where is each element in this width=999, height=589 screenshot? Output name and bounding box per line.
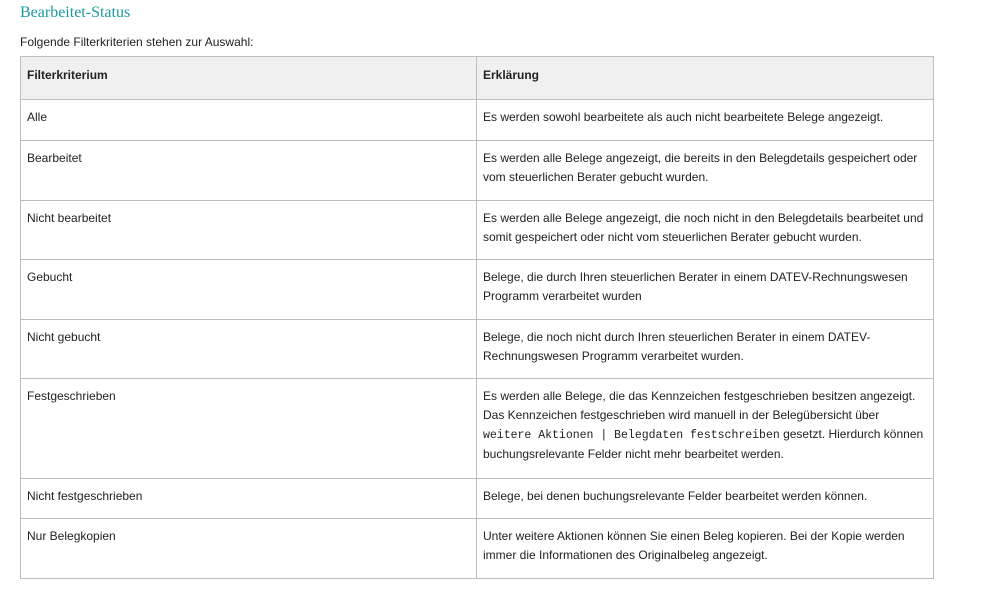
table-header-row: Filterkriterium Erklärung bbox=[20, 56, 934, 100]
intro-text: Folgende Filterkriterien stehen zur Ausw… bbox=[20, 35, 254, 49]
criterion-cell: Nicht festgeschrieben bbox=[20, 478, 477, 519]
criterion-cell: Bearbeitet bbox=[20, 140, 477, 201]
table-row: Nicht gebucht Belege, die noch nicht dur… bbox=[20, 319, 934, 379]
explanation-text: Es werden alle Belege, die das Kennzeich… bbox=[483, 389, 916, 422]
table-row: Festgeschrieben Es werden alle Belege, d… bbox=[20, 378, 934, 479]
criterion-cell: Nur Belegkopien bbox=[20, 518, 477, 579]
explanation-cell: Belege, bei denen buchungsrelevante Feld… bbox=[476, 478, 934, 519]
criterion-cell: Nicht gebucht bbox=[20, 319, 477, 379]
table-row: Gebucht Belege, die durch Ihren steuerli… bbox=[20, 259, 934, 320]
explanation-cell: Belege, die noch nicht durch Ihren steue… bbox=[476, 319, 934, 379]
table-row: Bearbeitet Es werden alle Belege angezei… bbox=[20, 140, 934, 201]
filter-criteria-table: Filterkriterium Erklärung Alle Es werden… bbox=[20, 56, 934, 579]
criterion-cell: Gebucht bbox=[20, 259, 477, 320]
table-row: Nicht bearbeitet Es werden alle Belege a… bbox=[20, 200, 934, 260]
menu-path-code: weitere Aktionen | Belegdaten festschrei… bbox=[483, 429, 780, 442]
explanation-cell: Es werden alle Belege angezeigt, die ber… bbox=[476, 140, 934, 201]
explanation-cell: Es werden alle Belege, die das Kennzeich… bbox=[476, 378, 934, 479]
table-row: Alle Es werden sowohl bearbeitete als au… bbox=[20, 99, 934, 141]
table-row: Nicht festgeschrieben Belege, bei denen … bbox=[20, 478, 934, 519]
criterion-cell: Alle bbox=[20, 99, 477, 141]
page-content: Bearbeitet-Status Folgende Filterkriteri… bbox=[0, 0, 999, 50]
section-heading: Bearbeitet-Status bbox=[20, 4, 131, 21]
criterion-cell: Festgeschrieben bbox=[20, 378, 477, 479]
explanation-cell: Belege, die durch Ihren steuerlichen Ber… bbox=[476, 259, 934, 320]
criterion-cell: Nicht bearbeitet bbox=[20, 200, 477, 260]
explanation-cell: Unter weitere Aktionen können Sie einen … bbox=[476, 518, 934, 579]
explanation-cell: Es werden alle Belege angezeigt, die noc… bbox=[476, 200, 934, 260]
column-header-criterion: Filterkriterium bbox=[20, 56, 477, 100]
explanation-cell: Es werden sowohl bearbeitete als auch ni… bbox=[476, 99, 934, 141]
column-header-explanation: Erklärung bbox=[476, 56, 934, 100]
table-row: Nur Belegkopien Unter weitere Aktionen k… bbox=[20, 518, 934, 579]
